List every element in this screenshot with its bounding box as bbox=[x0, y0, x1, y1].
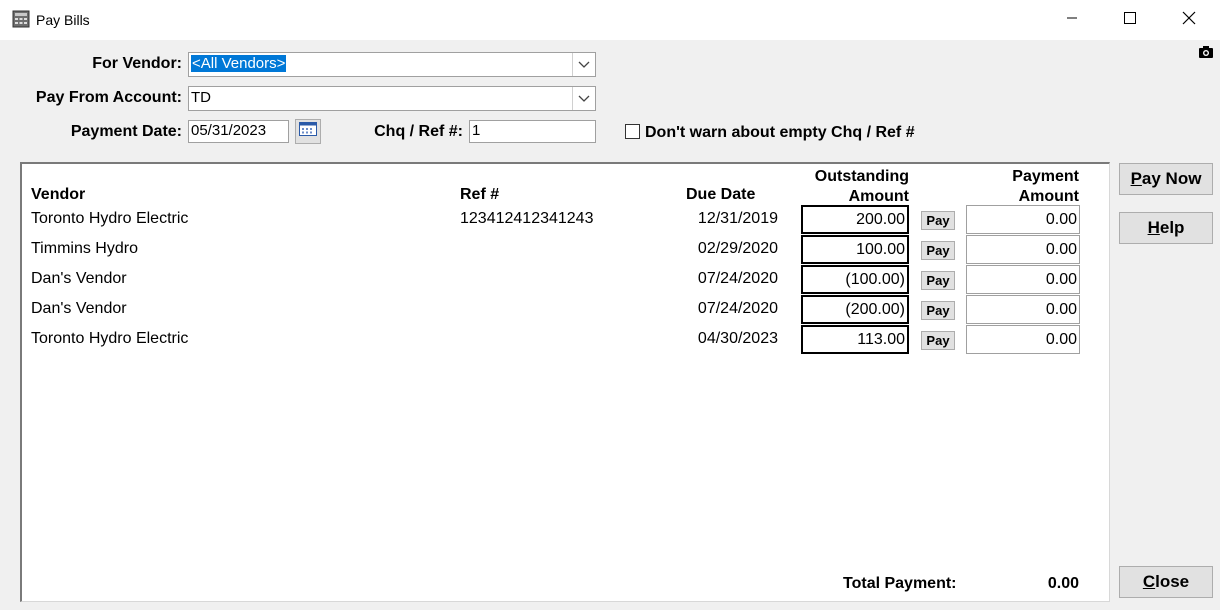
header-outstanding-line2: Amount bbox=[848, 188, 909, 205]
row-payment-input[interactable]: 0.00 bbox=[966, 205, 1080, 234]
row-payment-input[interactable]: 0.00 bbox=[966, 265, 1080, 294]
row-due-date: 07/24/2020 bbox=[697, 300, 778, 317]
account-label: Pay From Account: bbox=[35, 89, 182, 106]
row-vendor: Dan's Vendor bbox=[31, 300, 127, 317]
row-pay-button[interactable]: Pay bbox=[921, 211, 955, 230]
minimize-button[interactable] bbox=[1043, 0, 1101, 40]
warn-checkbox[interactable] bbox=[625, 124, 640, 139]
chq-ref-input[interactable]: 1 bbox=[469, 120, 596, 143]
header-due-date: Due Date bbox=[686, 186, 756, 203]
chevron-down-icon[interactable] bbox=[572, 87, 595, 110]
calendar-icon bbox=[299, 122, 317, 141]
row-due-date: 04/30/2023 bbox=[697, 330, 778, 347]
row-pay-button[interactable]: Pay bbox=[921, 271, 955, 290]
header-vendor: Vendor bbox=[31, 186, 86, 203]
camera-icon[interactable] bbox=[1199, 45, 1213, 63]
help-label: elp bbox=[1159, 218, 1185, 237]
row-pay-button[interactable]: Pay bbox=[921, 241, 955, 260]
pay-now-mnemonic: P bbox=[1130, 169, 1142, 188]
row-due-date: 07/24/2020 bbox=[697, 270, 778, 287]
row-vendor: Timmins Hydro bbox=[31, 240, 138, 257]
row-pay-button[interactable]: Pay bbox=[921, 331, 955, 350]
row-outstanding: 113.00 bbox=[801, 325, 909, 354]
header-ref: Ref # bbox=[460, 186, 500, 203]
row-vendor: Dan's Vendor bbox=[31, 270, 127, 287]
vendor-label: For Vendor: bbox=[92, 55, 182, 72]
total-payment-value: 0.00 bbox=[1047, 575, 1079, 592]
warn-checkbox-label[interactable]: Don't warn about empty Chq / Ref # bbox=[645, 124, 915, 142]
row-payment-input[interactable]: 0.00 bbox=[966, 235, 1080, 264]
maximize-icon bbox=[1124, 11, 1136, 29]
header-payment-line1: Payment bbox=[1012, 168, 1079, 185]
close-window-button[interactable] bbox=[1160, 0, 1218, 40]
row-outstanding: (200.00) bbox=[801, 295, 909, 324]
help-button[interactable]: Help bbox=[1119, 212, 1213, 244]
chevron-down-icon[interactable] bbox=[572, 53, 595, 76]
close-label: lose bbox=[1155, 572, 1190, 591]
window-title: Pay Bills bbox=[36, 12, 90, 28]
maximize-button[interactable] bbox=[1101, 0, 1159, 40]
account-dropdown[interactable]: TD bbox=[188, 86, 596, 111]
chq-ref-label: Chq / Ref #: bbox=[374, 123, 463, 140]
row-pay-button[interactable]: Pay bbox=[921, 301, 955, 320]
help-mnemonic: H bbox=[1147, 218, 1160, 237]
title-bar: Pay Bills bbox=[0, 0, 1220, 40]
payment-date-value: 05/31/2023 bbox=[191, 122, 267, 139]
header-payment-line2: Amount bbox=[1018, 188, 1079, 205]
calculator-icon bbox=[12, 10, 30, 28]
total-payment-label: Total Payment: bbox=[843, 575, 957, 592]
chq-ref-value: 1 bbox=[472, 122, 481, 139]
account-value: TD bbox=[191, 89, 211, 106]
row-ref: 123412412341243 bbox=[460, 210, 594, 227]
vendor-dropdown[interactable]: <All Vendors> bbox=[188, 52, 596, 77]
row-outstanding: (100.00) bbox=[801, 265, 909, 294]
close-button[interactable]: Close bbox=[1119, 566, 1213, 598]
row-outstanding: 100.00 bbox=[801, 235, 909, 264]
row-outstanding: 200.00 bbox=[801, 205, 909, 234]
minimize-icon bbox=[1066, 11, 1078, 29]
row-payment-input[interactable]: 0.00 bbox=[966, 295, 1080, 324]
close-mnemonic: C bbox=[1142, 572, 1156, 591]
row-due-date: 12/31/2019 bbox=[697, 210, 778, 227]
row-due-date: 02/29/2020 bbox=[697, 240, 778, 257]
header-outstanding-line1: Outstanding bbox=[814, 168, 909, 185]
calendar-button[interactable] bbox=[295, 119, 321, 144]
pay-now-label: ay Now bbox=[1141, 169, 1202, 188]
row-vendor: Toronto Hydro Electric bbox=[31, 210, 189, 227]
payment-date-input[interactable]: 05/31/2023 bbox=[188, 120, 289, 143]
vendor-value: <All Vendors> bbox=[191, 55, 287, 72]
close-icon bbox=[1182, 11, 1196, 30]
row-payment-input[interactable]: 0.00 bbox=[966, 325, 1080, 354]
payment-date-label: Payment Date: bbox=[70, 123, 182, 140]
row-vendor: Toronto Hydro Electric bbox=[31, 330, 189, 347]
pay-now-button[interactable]: Pay Now bbox=[1119, 163, 1213, 195]
